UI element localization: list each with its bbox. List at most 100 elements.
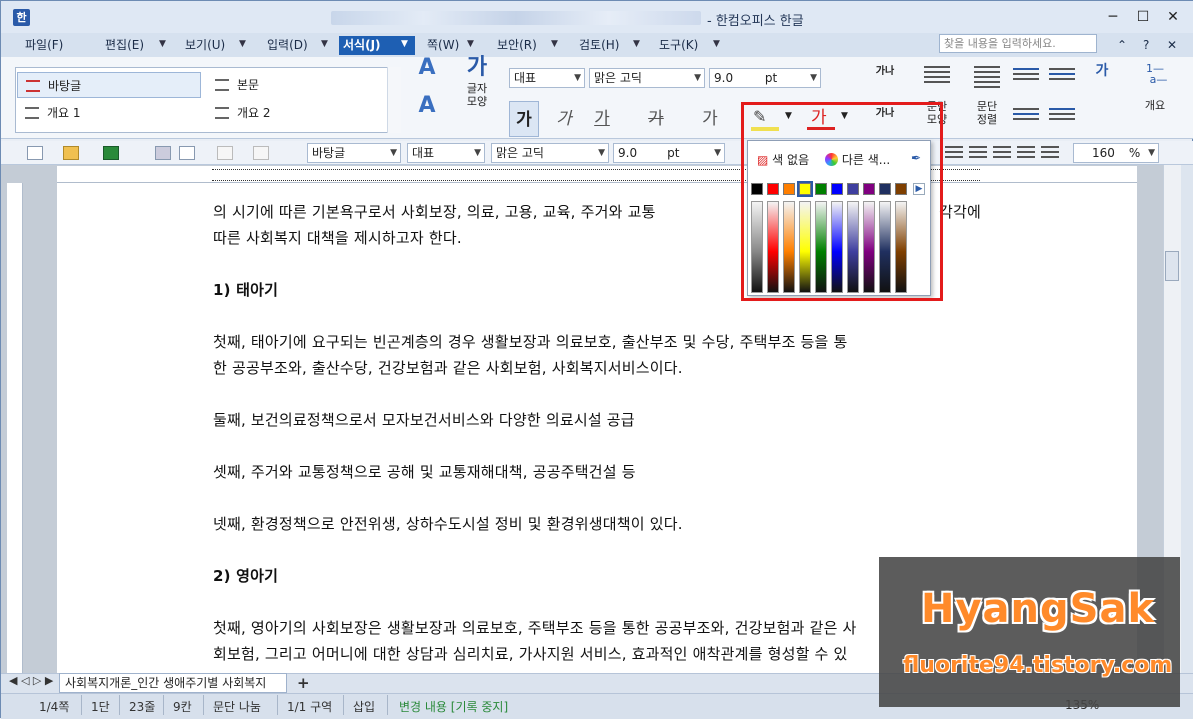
chevron-down-icon: ▼ xyxy=(714,148,721,158)
add-tab-button[interactable]: + xyxy=(297,674,310,692)
chevron-down-icon[interactable]: ▼ xyxy=(401,39,408,49)
chevron-down-icon[interactable]: ▼ xyxy=(239,39,246,49)
doc-line[interactable]: 의 시기에 따른 기본욕구로서 사회보장, 의료, 고용, 교육, 주거와 교통 xyxy=(213,201,656,222)
status-separator xyxy=(277,695,278,715)
char-shape-button[interactable]: 가 글자 모양 xyxy=(457,55,497,137)
chevron-down-icon[interactable]: ▼ xyxy=(633,39,640,49)
status-page[interactable]: 1/4쪽 xyxy=(39,698,69,715)
style-edit-icon[interactable]: A xyxy=(407,95,447,135)
menu-tools[interactable]: 도구(K) xyxy=(655,36,702,55)
status-separator xyxy=(343,695,344,715)
close-button[interactable]: ✕ xyxy=(1161,8,1185,26)
status-separator xyxy=(119,695,120,715)
menu-page[interactable]: 쪽(W) xyxy=(423,36,463,55)
line-spacing-combo[interactable]: 160% ▼ xyxy=(1073,143,1159,163)
doc-line[interactable]: 따른 사회복지 대책을 제시하고자 한다. xyxy=(213,227,462,248)
ribbon-collapse-icon[interactable]: ⌃ xyxy=(1113,36,1131,55)
outline-button-ribbon[interactable]: 1— a— 개요 xyxy=(1137,63,1173,137)
menu-view[interactable]: 보기(U) xyxy=(181,36,229,55)
distribute-icon[interactable] xyxy=(1041,143,1059,161)
style-item-bonmun[interactable]: 본문 xyxy=(207,72,387,98)
lang-combo[interactable]: 대표 ▼ xyxy=(509,68,585,88)
side-panel-toggle[interactable] xyxy=(1181,165,1193,675)
align-justify-icon[interactable] xyxy=(1017,143,1035,161)
menu-edit[interactable]: 편집(E) xyxy=(101,36,148,55)
chevron-down-icon: ▼ xyxy=(694,73,701,83)
align-left-icon[interactable] xyxy=(945,143,963,161)
chevron-down-icon[interactable]: ▼ xyxy=(159,39,166,49)
chevron-down-icon[interactable]: ▼ xyxy=(321,39,328,49)
menu-security[interactable]: 보안(R) xyxy=(493,36,541,55)
menu-review[interactable]: 검토(H) xyxy=(575,36,623,55)
font-size-combo[interactable]: 9.0 pt ▼ xyxy=(709,68,821,88)
undo-icon[interactable] xyxy=(217,146,233,160)
chevron-down-icon[interactable]: ▼ xyxy=(467,39,474,49)
style-add-icon[interactable]: A xyxy=(407,57,447,95)
char-spacing-icon[interactable]: 가나 xyxy=(867,65,903,95)
new-doc-icon[interactable] xyxy=(27,146,43,160)
status-separator xyxy=(387,695,388,715)
style-list-scrollbar[interactable] xyxy=(387,67,401,133)
font-size-combo-2[interactable]: 9.0 pt ▼ xyxy=(613,143,725,163)
close-doc-icon[interactable]: ✕ xyxy=(1163,36,1181,55)
outline-button[interactable]: 가 xyxy=(695,101,725,137)
search-input[interactable]: 찾을 내용을 입력하세요. xyxy=(939,34,1097,53)
italic-button[interactable]: 가 xyxy=(549,101,579,137)
tab-nav-icon[interactable]: ◀ ◁ ▷ ▶ xyxy=(9,674,53,687)
preview-icon[interactable] xyxy=(179,146,195,160)
font-combo[interactable]: 맑은 고딕 ▼ xyxy=(589,68,705,88)
blurred-filename xyxy=(331,11,701,25)
char-shape-icon: 가 xyxy=(466,55,488,80)
strikethrough-button[interactable]: 가 xyxy=(641,101,671,137)
vertical-ruler[interactable] xyxy=(7,183,23,673)
lang-combo-2[interactable]: 대표 ▼ xyxy=(407,143,485,163)
style-item-outline2[interactable]: 개요 2 xyxy=(207,100,387,126)
para-align-button[interactable]: 문단 정렬 xyxy=(967,61,1007,137)
help-icon[interactable]: ? xyxy=(1139,36,1153,55)
doc-line[interactable]: 셋째, 주거와 교통정책으로 공해 및 교통재해대책, 공공주택건설 등 xyxy=(213,461,636,482)
doc-line[interactable]: 첫째, 태아기에 요구되는 빈곤계층의 경우 생활보장과 의료보호, 출산부조 … xyxy=(213,331,848,352)
style-combo[interactable]: 바탕글 ▼ xyxy=(307,143,401,163)
style-item-batanggeul[interactable]: 바탕글 xyxy=(17,72,201,98)
open-folder-icon[interactable] xyxy=(63,146,79,160)
redo-icon[interactable] xyxy=(253,146,269,160)
doc-line-tail[interactable]: 각각에 xyxy=(939,201,981,222)
doc-tab-active[interactable]: 사회복지개론_인간 생애주기별 사회복지 xyxy=(59,673,287,693)
hwp-window: 한 - 한컴오피스 한글 ─ ☐ ✕ 파일(F) 편집(E) ▼ 보기(U) ▼… xyxy=(0,0,1193,719)
doc-line[interactable]: 회보험, 그리고 어머니에 대한 상담과 심리치료, 가사지원 서비스, 효과적… xyxy=(213,643,848,664)
paragraph-icon xyxy=(924,66,950,92)
doc-line[interactable]: 한 공공부조와, 출산수당, 건강보험과 같은 사회보험, 사회복지서비스이다. xyxy=(213,357,683,378)
doc-line[interactable]: 넷째, 환경정책으로 안전위생, 상하수도시설 정비 및 환경위생대책이 있다. xyxy=(213,513,683,534)
menu-file[interactable]: 파일(F) xyxy=(21,36,67,55)
outdent-icon[interactable] xyxy=(1013,105,1039,131)
indent-icon[interactable] xyxy=(1049,105,1075,131)
menu-insert[interactable]: 입력(D) xyxy=(263,36,312,55)
indent-right-icon[interactable] xyxy=(1049,65,1075,91)
chevron-down-icon[interactable]: ▼ xyxy=(713,39,720,49)
maximize-button[interactable]: ☐ xyxy=(1131,8,1155,26)
style-icon xyxy=(215,107,229,119)
hwp-app-icon[interactable]: 한 xyxy=(13,9,30,26)
indent-left-icon[interactable] xyxy=(1013,65,1039,91)
doc-line[interactable]: 둘째, 보건의료정책으로서 모자보건서비스와 다양한 의료시설 공급 xyxy=(213,409,635,430)
chevron-down-icon[interactable]: ▼ xyxy=(551,39,558,49)
minimize-button[interactable]: ─ xyxy=(1101,8,1125,26)
bold-button[interactable]: 가 xyxy=(509,101,539,137)
scrollbar-thumb[interactable] xyxy=(1165,251,1179,281)
style-item-outline1[interactable]: 개요 1 xyxy=(17,100,201,126)
status-separator xyxy=(203,695,204,715)
status-insert[interactable]: 삽입 xyxy=(353,698,375,715)
align-right-icon[interactable] xyxy=(993,143,1011,161)
line-spacing-icon[interactable]: 가 xyxy=(1087,64,1117,91)
underline-button[interactable]: 가 xyxy=(587,101,617,137)
watermark-panel xyxy=(879,557,1180,707)
align-center-icon[interactable] xyxy=(969,143,987,161)
section-heading[interactable]: 1) 태아기 xyxy=(213,279,278,300)
section-heading[interactable]: 2) 영아기 xyxy=(213,565,278,586)
numbering-icon: 1— a— xyxy=(1142,62,1168,86)
font-combo-2[interactable]: 맑은 고딕 ▼ xyxy=(491,143,609,163)
status-track-changes[interactable]: 변경 내용 [기록 중지] xyxy=(399,698,508,715)
doc-line[interactable]: 첫째, 영아기의 사회보장은 생활보장과 의료보호, 주택부조 등을 통한 공공… xyxy=(213,617,857,638)
print-icon[interactable] xyxy=(155,146,171,160)
save-icon[interactable] xyxy=(103,146,119,160)
